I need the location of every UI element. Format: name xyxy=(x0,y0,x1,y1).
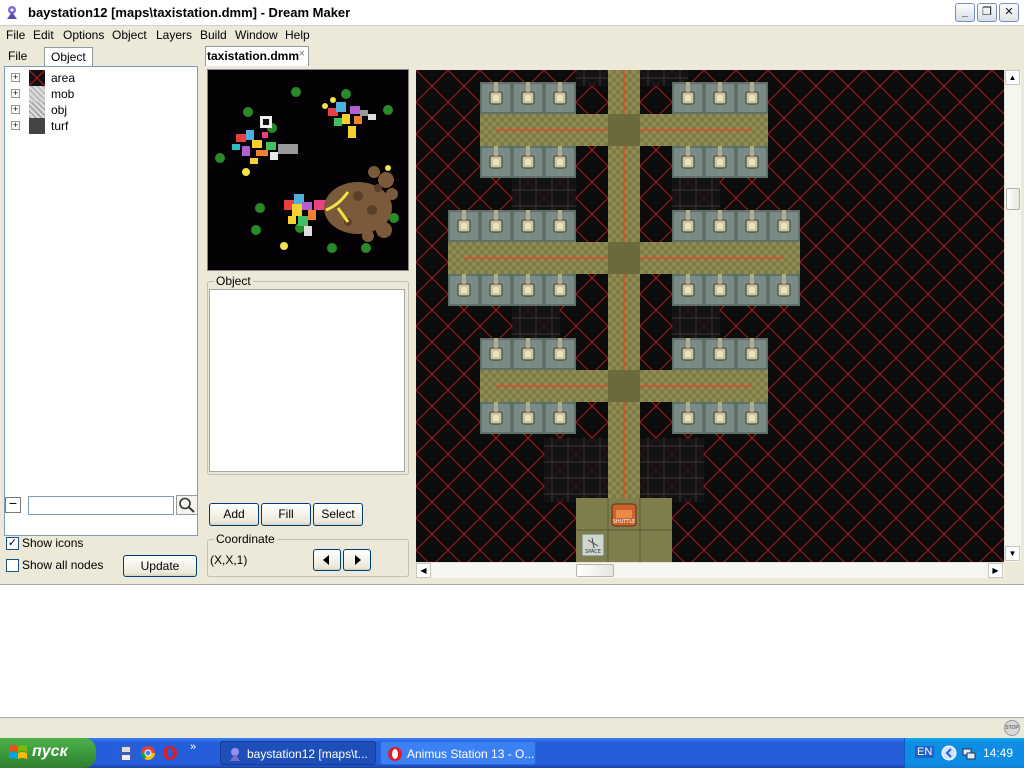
object-tree[interactable]: + area + mob + obj + turf xyxy=(4,66,198,536)
expand-icon[interactable]: + xyxy=(11,121,20,130)
dream-maker-app-icon xyxy=(7,6,17,19)
search-icon[interactable] xyxy=(176,495,198,515)
menu-options[interactable]: Options xyxy=(63,28,104,42)
minimize-button[interactable]: _ xyxy=(955,3,975,22)
task-label: Animus Station 13 - O... xyxy=(407,747,535,761)
show-icons-label: Show icons xyxy=(22,536,84,550)
expand-icon[interactable]: + xyxy=(11,73,20,82)
output-pane[interactable] xyxy=(0,584,1024,718)
opera-task-icon xyxy=(388,747,402,761)
close-tab-icon[interactable]: × xyxy=(299,48,305,60)
start-label: пуск xyxy=(32,743,68,760)
left-arrow-icon xyxy=(323,555,329,565)
taskbar-item-dream-maker[interactable]: baystation12 [maps\t... xyxy=(220,741,376,765)
tree-item-turf[interactable]: + turf xyxy=(9,118,189,134)
minimap[interactable] xyxy=(207,69,409,271)
opera-icon[interactable] xyxy=(162,745,178,761)
tree-item-mob[interactable]: + mob xyxy=(9,86,189,102)
add-button[interactable]: Add xyxy=(209,503,259,526)
mob-icon xyxy=(29,86,45,102)
select-button[interactable]: Select xyxy=(313,503,363,526)
coordinate-value: (X,X,1) xyxy=(210,553,248,567)
taskbar: пуск » baystation12 [maps\t... Animus St… xyxy=(0,738,1024,768)
restore-button[interactable]: ❐ xyxy=(977,3,997,22)
tree-item-label: turf xyxy=(51,119,69,133)
status-bar: STOP xyxy=(0,718,1024,738)
system-tray: EN 14:49 xyxy=(904,738,1024,768)
title-bar: baystation12 [maps\taxistation.dmm] - Dr… xyxy=(0,0,1024,26)
show-all-nodes-checkbox[interactable] xyxy=(6,559,19,572)
menu-object[interactable]: Object xyxy=(112,28,147,42)
close-button[interactable]: ✕ xyxy=(999,3,1019,22)
show-icons-checkbox[interactable]: ✓ xyxy=(6,537,19,550)
object-group-title: Object xyxy=(214,274,253,288)
turf-icon xyxy=(29,118,45,134)
task-label: baystation12 [maps\t... xyxy=(247,747,368,761)
clock[interactable]: 14:49 xyxy=(983,746,1013,760)
vertical-scrollbar[interactable]: ▲ ▼ xyxy=(1004,70,1021,562)
tree-item-area[interactable]: + area xyxy=(9,69,189,87)
map-viewport[interactable]: SHUTTLE SPACE xyxy=(416,70,1004,562)
tab-file[interactable]: File xyxy=(2,47,33,66)
object-tree-panel: File Object + area + mob + obj + turf − … xyxy=(0,45,202,582)
expand-icon[interactable]: + xyxy=(11,89,20,98)
vertical-scroll-thumb[interactable] xyxy=(1006,188,1020,210)
prev-z-button[interactable] xyxy=(313,549,341,571)
tree-item-label: obj xyxy=(51,103,68,117)
horizontal-scroll-thumb[interactable] xyxy=(576,564,614,577)
horizontal-scrollbar[interactable]: ◀ ▶ xyxy=(416,562,1004,578)
expand-icon[interactable]: + xyxy=(11,105,20,114)
next-z-button[interactable] xyxy=(343,549,371,571)
map-tools-panel: Object Add Fill Select Coordinate (X,X,1… xyxy=(205,67,411,579)
menu-help[interactable]: Help xyxy=(285,28,310,42)
menu-window[interactable]: Window xyxy=(235,28,278,42)
fill-button[interactable]: Fill xyxy=(261,503,311,526)
language-indicator[interactable]: EN xyxy=(915,746,935,758)
dream-maker-task-icon xyxy=(230,748,240,761)
stop-icon[interactable]: STOP xyxy=(1004,720,1020,736)
quicklaunch-more-icon[interactable]: » xyxy=(190,741,196,753)
space-sign-label: SPACE xyxy=(585,549,601,555)
tree-item-label: mob xyxy=(51,87,75,101)
scroll-up-icon[interactable]: ▲ xyxy=(1005,70,1020,85)
collapse-button[interactable]: − xyxy=(5,496,21,513)
save-icon[interactable] xyxy=(118,745,134,761)
scroll-right-icon[interactable]: ▶ xyxy=(988,563,1003,578)
area-icon xyxy=(28,69,46,87)
coordinate-group-title: Coordinate xyxy=(214,532,277,546)
scroll-down-icon[interactable]: ▼ xyxy=(1005,546,1020,561)
obj-icon xyxy=(29,102,45,118)
search-input[interactable] xyxy=(28,496,174,515)
show-all-nodes-label: Show all nodes xyxy=(22,558,104,572)
document-tab-label: taxistation.dmm xyxy=(207,49,300,63)
tree-item-obj[interactable]: + obj xyxy=(9,102,189,118)
chrome-icon[interactable] xyxy=(140,745,156,761)
tray-expand-icon[interactable] xyxy=(941,745,957,761)
window-title: baystation12 [maps\taxistation.dmm] - Dr… xyxy=(28,5,351,20)
minimap-image xyxy=(208,70,408,270)
menu-bar: File Edit Options Object Layers Build Wi… xyxy=(0,26,1024,44)
door-label: SHUTTLE xyxy=(613,519,636,525)
object-list[interactable] xyxy=(209,289,405,472)
start-button[interactable]: пуск xyxy=(0,738,96,768)
scroll-left-icon[interactable]: ◀ xyxy=(416,563,431,578)
tab-object[interactable]: Object xyxy=(44,47,93,66)
windows-logo-icon xyxy=(9,745,27,759)
menu-edit[interactable]: Edit xyxy=(33,28,54,42)
tree-item-label: area xyxy=(51,71,76,85)
menu-build[interactable]: Build xyxy=(200,28,227,42)
tab-taxistation-dmm[interactable]: taxistation.dmm × xyxy=(205,46,309,66)
map-canvas: SHUTTLE SPACE xyxy=(416,70,1004,562)
network-icon[interactable] xyxy=(961,745,977,761)
menu-layers[interactable]: Layers xyxy=(156,28,192,42)
update-button[interactable]: Update xyxy=(123,555,197,577)
right-arrow-icon xyxy=(355,555,361,565)
menu-file[interactable]: File xyxy=(6,28,25,42)
taskbar-item-animus-station[interactable]: Animus Station 13 - O... xyxy=(380,741,536,765)
